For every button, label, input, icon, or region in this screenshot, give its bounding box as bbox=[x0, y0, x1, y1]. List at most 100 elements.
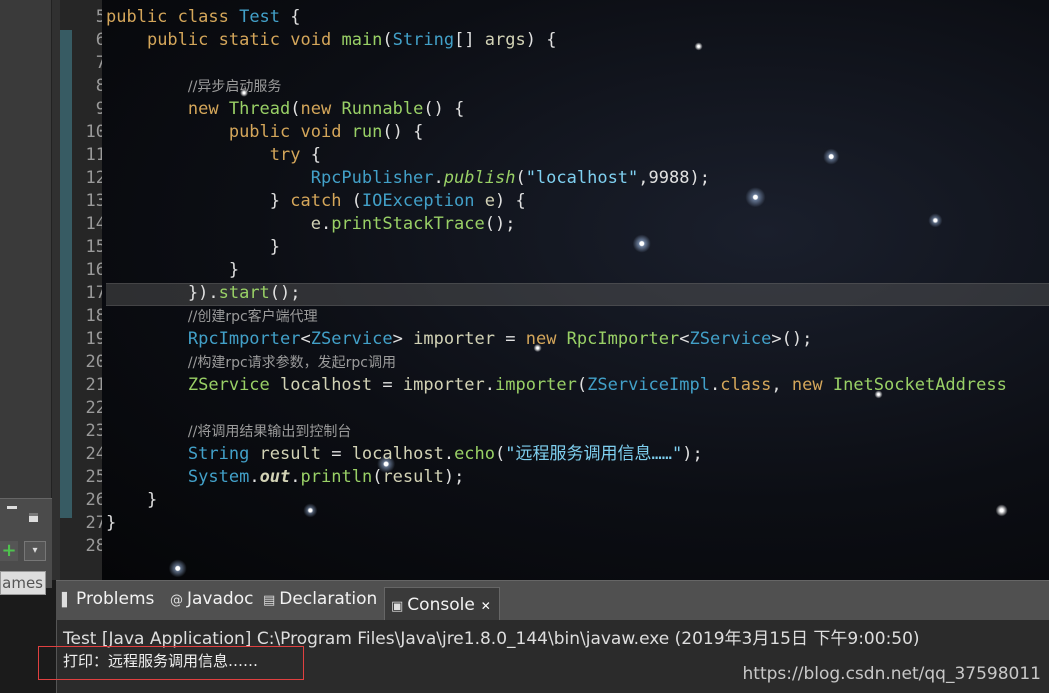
code-token: //将调用结果输出到控制台 bbox=[187, 424, 352, 440]
add-button[interactable]: + bbox=[0, 541, 18, 561]
code-token: new bbox=[791, 375, 833, 395]
code-token: IOException bbox=[361, 191, 485, 211]
code-token: String bbox=[392, 30, 455, 50]
code-token: System bbox=[187, 467, 250, 487]
code-token: < bbox=[300, 329, 311, 349]
code-token: public bbox=[228, 122, 301, 142]
code-token: ( bbox=[351, 191, 362, 211]
code-line: //异步启动服务 bbox=[106, 75, 281, 98]
code-line: e.printStackTrace(); bbox=[106, 213, 516, 236]
code-token: new bbox=[187, 99, 229, 119]
code-token: result bbox=[259, 444, 332, 464]
dropdown-button[interactable]: ▾ bbox=[24, 541, 46, 561]
code-token: ) { bbox=[525, 30, 557, 50]
code-line: } bbox=[106, 236, 280, 259]
code-token: = bbox=[505, 329, 526, 349]
tab-label: Problems bbox=[76, 589, 155, 609]
code-token: . bbox=[433, 168, 444, 188]
code-token: localhost bbox=[280, 375, 383, 395]
javadoc-icon: @ bbox=[170, 593, 183, 608]
code-token: RpcImporter bbox=[187, 329, 301, 349]
code-token: class bbox=[177, 7, 240, 27]
code-token: < bbox=[679, 329, 690, 349]
code-editor[interactable]: public class Test { public static void m… bbox=[102, 0, 1049, 580]
code-token: }). bbox=[187, 283, 219, 303]
code-token: . bbox=[709, 375, 721, 395]
close-icon[interactable]: ✕ bbox=[481, 599, 491, 613]
code-token: publish bbox=[443, 168, 516, 188]
code-token: try bbox=[269, 145, 311, 165]
code-token: //创建rpc客户端代理 bbox=[187, 309, 318, 325]
tab-label: Console bbox=[407, 595, 475, 615]
code-token: main bbox=[341, 30, 383, 50]
code-line: }).start(); bbox=[106, 282, 301, 305]
code-token: out bbox=[259, 467, 291, 487]
console-icon: ▣ bbox=[391, 599, 404, 614]
code-token: ZService bbox=[187, 375, 281, 395]
tab-console[interactable]: ▣ Console ✕ bbox=[384, 587, 500, 621]
code-line: try { bbox=[106, 144, 321, 167]
code-token: >(); bbox=[771, 329, 813, 349]
code-token: catch bbox=[290, 191, 352, 211]
code-token: e bbox=[310, 214, 321, 234]
blog-watermark: https://blog.csdn.net/qq_37598011 bbox=[742, 664, 1041, 684]
code-line: RpcImporter<ZService> importer = new Rpc… bbox=[106, 328, 812, 351]
code-token: Thread bbox=[228, 99, 291, 119]
code-line: ZService localhost = importer.importer(Z… bbox=[106, 374, 1007, 397]
code-token: //构建rpc请求参数，发起rpc调用 bbox=[187, 355, 397, 371]
code-token: } bbox=[269, 237, 281, 257]
code-token: public bbox=[146, 30, 219, 50]
code-token: (); bbox=[484, 214, 516, 234]
code-token: ,9988); bbox=[638, 168, 710, 188]
code-token: "远程服务调用信息……" bbox=[505, 444, 683, 464]
code-token: ( bbox=[515, 168, 526, 188]
console-output-text: 打印：远程服务调用信息…… bbox=[63, 652, 259, 670]
code-token: localhost bbox=[351, 444, 444, 464]
code-token: class bbox=[720, 375, 772, 395]
change-indicator-bar bbox=[60, 30, 72, 518]
code-token: RpcPublisher bbox=[310, 168, 434, 188]
code-token: = bbox=[382, 375, 403, 395]
tab-javadoc[interactable]: @ Javadoc bbox=[170, 589, 253, 617]
code-token: new bbox=[300, 99, 342, 119]
code-token: static bbox=[218, 30, 291, 50]
code-token: RpcImporter bbox=[566, 329, 680, 349]
names-tab[interactable]: ames bbox=[0, 571, 46, 595]
code-token: ZService bbox=[310, 329, 393, 349]
code-token: = bbox=[331, 444, 352, 464]
code-token: . bbox=[484, 375, 495, 395]
code-token: e bbox=[484, 191, 495, 211]
code-line: } bbox=[106, 512, 116, 535]
code-token: Runnable bbox=[341, 99, 424, 119]
tab-label: Javadoc bbox=[187, 589, 254, 609]
code-line: public void run() { bbox=[106, 121, 424, 144]
code-token: printStackTrace bbox=[331, 214, 485, 234]
code-token: ( bbox=[290, 99, 301, 119]
code-line: new Thread(new Runnable() { bbox=[106, 98, 464, 121]
code-token: public bbox=[106, 7, 178, 27]
code-token: importer bbox=[413, 329, 506, 349]
code-token: . bbox=[249, 467, 260, 487]
code-line: public static void main(String[] args) { bbox=[106, 29, 557, 52]
code-line: public class Test { bbox=[106, 6, 301, 29]
code-token: . bbox=[290, 467, 301, 487]
code-token: } bbox=[228, 260, 240, 280]
tab-declaration[interactable]: ▤ Declaration bbox=[263, 589, 377, 617]
tab-problems[interactable]: ▌ Problems bbox=[62, 589, 154, 617]
code-token: importer bbox=[495, 375, 577, 395]
maximize-view-button[interactable] bbox=[29, 513, 38, 522]
code-token: args bbox=[484, 30, 526, 50]
code-line: RpcPublisher.publish("localhost",9988); bbox=[106, 167, 710, 190]
code-token: [] bbox=[454, 30, 485, 50]
minimize-view-button[interactable] bbox=[7, 506, 17, 509]
